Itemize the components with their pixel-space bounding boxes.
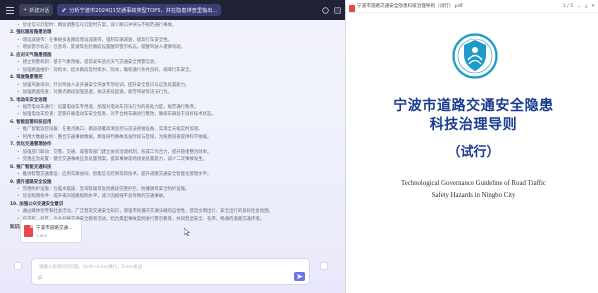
settings-icon[interactable] [320,262,328,270]
answer-bullet: 优化照明条件：提升夜间道路照明水平，减少因视线不良导致的交通事故。 [10,193,335,200]
chat-topbar: + 新建对话 分析宁波市2024Q1交通事故类型TOP5，并在隐患排查里指出..… [0,0,345,20]
history-icon[interactable] [14,262,22,270]
send-icon [296,274,303,279]
page-indicator: 1 / 5 [562,3,574,9]
answer-bullet: 规范电动车通行：设置电动车专用道，加强对电动车违法行为的查处力度，规范通行秩序。 [10,104,335,111]
answer-bullet: 建立预警机制：基于气象预报，提前发布恶劣天气交通安全预警信息。 [10,59,335,66]
doc-title-line1: 宁波市道路交通安全隐患 [393,98,554,114]
edit-icon [62,8,67,12]
doc-title-line2: 科技治理导则 [429,117,518,133]
answer-bullet: 增设减速带：在事故多发路段增设减速带，强制车辆减速，提高行车安全性。 [10,37,335,44]
answer-heading: 9. 提升道路安全设施 [10,179,52,185]
chat-title[interactable]: 分析宁波市2024Q1交通事故类型TOP5，并在隐患排查里指出... [57,4,222,16]
chevron-down-icon[interactable]: ⌄ [577,4,581,9]
pdf-page: 宁波市道路交通安全隐患 科技治理导则 （试行） Technological Go… [352,13,595,293]
pdf-header: 宁波市道路交通安全隐患科技治理导则（试行）.pdf 1 / 5 ⌄ ⤓ ✕ [346,0,598,13]
mouse-cursor-icon [184,228,190,236]
answer-heading: 5. 电动车安全治理 [10,97,47,103]
answer-heading: 8. 推广智能交通科技 [10,164,52,170]
new-chat-button[interactable]: + 新建对话 [19,4,54,16]
answer-heading: 7. 优化交通管理协作 [10,142,52,148]
more-icon[interactable] [334,6,341,14]
answer-heading: 4. 驾驶隐患管控 [10,75,43,81]
file-name: 宁波市道路交通... [36,225,73,231]
answer-bullet: 完善应急处置：健全交通事故应急处置预案，提高事故现场快速处置能力，减少二次事故发… [10,156,335,163]
file-size: 1.8KB [36,232,48,238]
share-icon[interactable] [322,6,329,14]
pdf-viewer: 宁波市道路交通安全隐患科技治理导则（试行）.pdf 1 / 5 ⌄ ⤓ ✕ 宁波… [345,0,598,293]
traffic-emblem-icon [452,33,498,79]
answer-bullet: 加强电动车检查：定期开展电动车安全检查，对不合格车辆进行整改，确保车辆处于良好技… [10,111,335,118]
assistant-answer: 优化信号灯配时：精准调整信号灯配时方案，减少路口冲突与不规范通行事故。2. 强化… [10,22,335,230]
answer-bullet: 加强路面维护：对积水、结冰路段及时排水、除冰，确保通行条件良好，保障行车安全。 [10,67,335,74]
plus-icon: + [23,7,28,13]
new-chat-label: 新建对话 [29,7,50,14]
close-icon[interactable]: ✕ [591,4,595,9]
answer-bullet: 利用大数据分析：整合交通事故数据，精准研判事故高发时段与区域，为隐患排查提供科学… [10,134,335,141]
doc-english-title-line1: Technological Governance Guideline of Ro… [401,180,546,187]
file-card[interactable]: 宁波市道路交通... 1.8KB [20,219,82,243]
answer-heading: 2. 强化路段隐患治理 [10,30,52,36]
answer-bullet: 加强驾驶培训：针对驾驶人员开展安全驾驶专项培训，提升安全意识与应急处置能力。 [10,82,335,89]
download-icon[interactable]: ⤓ [585,3,587,9]
answer-heading: 6. 智能监管科技应用 [10,119,52,125]
pdf-filename: 宁波市道路交通安全隐患科技治理导则（试行）.pdf [357,4,463,9]
answer-bullet: 推广智能监控设备：在重点路口、路段部署高清监控与违法抓拍设备，实现全天候实时监管… [10,126,335,133]
send-button[interactable] [294,272,305,281]
answer-heading: 3. 应对天气隐患措施 [10,52,52,58]
chat-pane: + 新建对话 分析宁波市2024Q1交通事故类型TOP5，并在隐患排查里指出..… [0,0,345,293]
chat-input-placeholder: 请输入你想问的问题，Shift+Enter换行，Enter发送 [39,265,143,270]
pdf-file-icon [24,225,33,237]
answer-bullet: 推进智慧交通建设：应用车路协同、智能信号控制等新技术，提升道路交通安全智能化管理… [10,171,335,178]
doc-title-line3: （试行） [447,145,500,160]
menu-icon[interactable] [4,5,15,16]
answer-bullet: 完善防护设施：在临水临崖、急弯陡坡等危险路段完善护栏、防撞墩等安全防护设施。 [10,186,335,193]
answer-heading: 10. 加强公众交通安全意识 [10,201,64,207]
answer-bullet: 加强路面巡查：对重点路段加强巡逻，依法查处超速、疲劳驾驶等违法行为。 [10,89,335,96]
doc-english-title-line2: Safety Hazards in Ningbo City [431,192,516,199]
chat-input[interactable]: 请输入你想问的问题，Shift+Enter换行，Enter发送 [31,258,310,285]
answer-bullet: 加强部门联动：交警、交通、城管等部门建立协同治理机制，形成工作合力，提升隐患整治… [10,149,335,156]
answer-bullet: 优化信号灯配时：精准调整信号灯配时方案，减少路口冲突与不规范通行事故。 [10,22,335,29]
chat-title-text: 分析宁波市2024Q1交通事故类型TOP5，并在隐患排查里指出... [69,7,218,14]
answer-bullet: 通过媒体宣传和社会活动，广泛普及交通安全知识，增强市民遵守交通法规的自觉性，营造… [10,208,335,215]
paperclip-icon[interactable] [37,274,43,281]
answer-bullet: 增加警示标志：在急弯、陡坡等危险路段设置醒目警示标志，提醒驾驶人谨慎驾驶。 [10,44,335,51]
